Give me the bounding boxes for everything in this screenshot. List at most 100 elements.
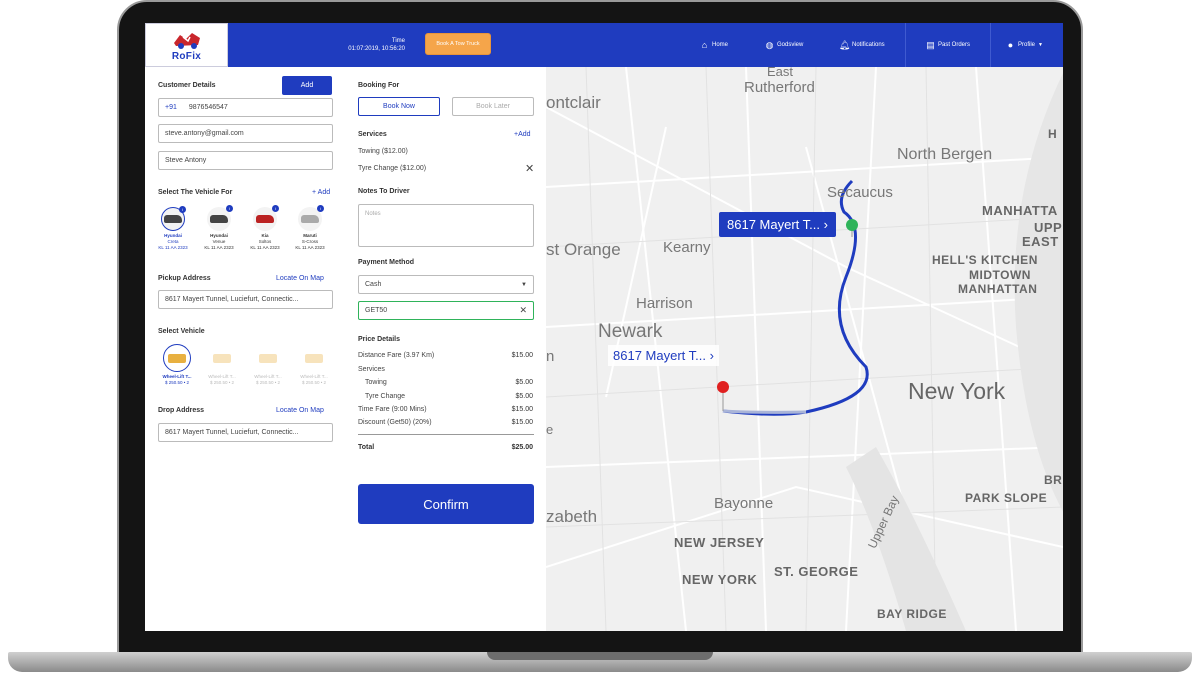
price-row-label: Towing <box>365 379 387 386</box>
name-field[interactable]: Steve Antony <box>158 151 333 170</box>
map-label: ST. GEORGE <box>774 564 859 579</box>
vehicle-item[interactable]: i Hyundai Creta KL 11 AA 2323 <box>153 206 193 251</box>
coupon-field[interactable]: GET50 ✕ <box>358 301 534 320</box>
price-row-value: $15.00 <box>511 406 533 413</box>
services-title: Services <box>358 131 387 138</box>
nav-home-label: Home <box>712 42 729 48</box>
confirm-button[interactable]: Confirm <box>358 484 534 524</box>
tow-vehicle-option[interactable]: Wheel-Lift T... $ 250.50 • 2 <box>202 344 242 386</box>
nav-notifications-label: Notifications <box>852 42 885 48</box>
drop-address-title: Drop Address <box>158 407 205 414</box>
map-label: NEW YORK <box>682 572 758 587</box>
home-icon: ⌂ <box>701 40 708 50</box>
add-vehicle-link[interactable]: + Add <box>312 189 330 196</box>
nav-profile-label: Profile <box>1018 42 1036 48</box>
pickup-pin <box>846 219 858 231</box>
rofix-logo[interactable]: RoFix <box>145 23 228 67</box>
book-now-tab[interactable]: Book Now <box>358 97 440 116</box>
tow-truck-icon <box>254 344 282 372</box>
service-item: Tyre Change ($12.00) <box>358 165 427 172</box>
nav-past-orders-label: Past Orders <box>938 42 971 48</box>
car-icon: i <box>298 205 324 231</box>
vehicle-plate: KL 11 AA 2323 <box>295 245 325 250</box>
close-icon[interactable]: ✕ <box>519 305 527 316</box>
chevron-right-icon: › <box>709 348 714 363</box>
map-label: Harrison <box>636 295 693 312</box>
map-label: HELL'S KITCHEN <box>932 253 1038 267</box>
pickup-locate-link[interactable]: Locate On Map <box>276 275 324 282</box>
current-time: Time 01:07:2019, 10:56:20 <box>325 37 405 53</box>
booking-for-title: Booking For <box>358 82 400 89</box>
add-customer-button[interactable]: Add <box>282 76 332 95</box>
price-row-value: $5.00 <box>515 379 533 386</box>
map-label: MANHATTAN <box>958 282 1038 296</box>
vehicle-item[interactable]: i Kia Soltos KL 11 AA 2323 <box>245 205 285 251</box>
vehicle-item[interactable]: i Maruti S-Cross KL 11 AA 2323 <box>290 205 330 251</box>
map-label: UPP <box>1034 220 1063 235</box>
tow-vehicle-price: $ 250.50 • 2 <box>164 380 190 385</box>
pickup-location-tag[interactable]: 8617 Mayert T... › <box>719 212 836 237</box>
chevron-right-icon: › <box>823 217 828 232</box>
tow-vehicle-option[interactable]: Wheel-Lift T... $ 250.50 • 2 <box>248 344 288 386</box>
car-icon: i <box>207 205 233 231</box>
info-badge: i <box>272 205 279 212</box>
map-label: North Bergen <box>897 146 993 163</box>
payment-method-select[interactable]: Cash ▼ <box>358 275 534 294</box>
notes-textarea[interactable]: Notes <box>358 204 534 247</box>
nav-profile[interactable]: ● Profile ▼ <box>1006 23 1043 67</box>
map-label: ontclair <box>546 93 601 112</box>
top-header: RoFix Time 01:07:2019, 10:56:20 Book A T… <box>145 23 1063 67</box>
user-icon: ● <box>1007 40 1014 50</box>
price-row-label: Distance Fare (3.97 Km) <box>358 352 435 359</box>
close-icon[interactable]: ✕ <box>525 162 534 175</box>
phone-field[interactable]: +91 9876546547 <box>158 98 333 117</box>
map-label: EAST <box>1022 234 1059 249</box>
book-later-tab[interactable]: Book Later <box>452 97 534 116</box>
time-value: 01:07:2019, 10:56:20 <box>348 46 405 52</box>
price-row-label: Discount (Get50) (20%) <box>358 419 432 426</box>
tow-vehicle-option[interactable]: Wheel-Lift T... $ 250.50 • 2 <box>157 344 197 386</box>
price-row-value: $15.00 <box>511 352 533 359</box>
globe-icon: ◍ <box>765 39 774 50</box>
nav-divider <box>905 23 906 67</box>
price-row-label: Services <box>358 366 385 373</box>
map-label: Kearny <box>663 239 711 256</box>
car-icon: i <box>253 205 279 231</box>
logo-text: RoFix <box>171 50 202 62</box>
drop-locate-link[interactable]: Locate On Map <box>276 407 324 414</box>
vehicle-item[interactable]: i Hyundai Venue KL 11 AA 2323 <box>199 205 239 251</box>
drop-pin <box>717 381 729 393</box>
country-code[interactable]: +91 <box>165 104 177 111</box>
payment-method-title: Payment Method <box>358 259 415 266</box>
tow-vehicle-price: $ 250.50 • 2 <box>301 380 327 385</box>
map-label: BR <box>1044 473 1063 487</box>
tow-truck-icon <box>300 344 328 372</box>
price-details-title: Price Details <box>358 336 401 343</box>
tow-vehicle-option[interactable]: Wheel-Lift T... $ 250.50 • 2 <box>294 344 334 386</box>
info-badge: i <box>226 205 233 212</box>
price-row-label: Tyre Change <box>365 393 406 400</box>
vehicle-plate: KL 11 AA 2323 <box>250 245 280 250</box>
route-map[interactable]: East Rutherford ontclair North Bergen Se… <box>546 67 1063 631</box>
chevron-down-icon: ▼ <box>521 281 527 288</box>
map-label: PARK SLOPE <box>965 491 1048 505</box>
nav-notifications[interactable]: 🔔︎ Notifications <box>839 23 885 67</box>
nav-godsview[interactable]: ◍ Godsview <box>765 23 804 67</box>
total-value: $25.00 <box>511 444 533 451</box>
pickup-tag-text: 8617 Mayert T... <box>727 217 820 232</box>
phone-value: 9876546547 <box>188 104 228 111</box>
add-service-link[interactable]: +Add <box>514 131 531 138</box>
nav-past-orders[interactable]: ▤ Past Orders <box>926 23 970 67</box>
drop-location-tag[interactable]: 8617 Mayert T... › <box>608 345 719 366</box>
map-label: Bayonne <box>714 495 774 512</box>
pickup-address-field[interactable]: 8617 Mayert Tunnel, Luciefurt, Connectic… <box>158 290 333 309</box>
price-row-value: $5.00 <box>515 393 533 400</box>
nav-home[interactable]: ⌂ Home <box>700 23 728 67</box>
book-tow-truck-button[interactable]: Book A Tow Truck <box>425 33 491 55</box>
email-field[interactable]: steve.antony@gmail.com <box>158 124 333 143</box>
tow-vehicle-price: $ 250.50 • 2 <box>209 380 235 385</box>
drop-address-field[interactable]: 8617 Mayert Tunnel, Luciefurt, Connectic… <box>158 423 333 442</box>
map-label: n <box>546 348 555 365</box>
tow-truck-logo-icon <box>173 32 200 49</box>
chevron-down-icon: ▼ <box>1038 42 1043 48</box>
